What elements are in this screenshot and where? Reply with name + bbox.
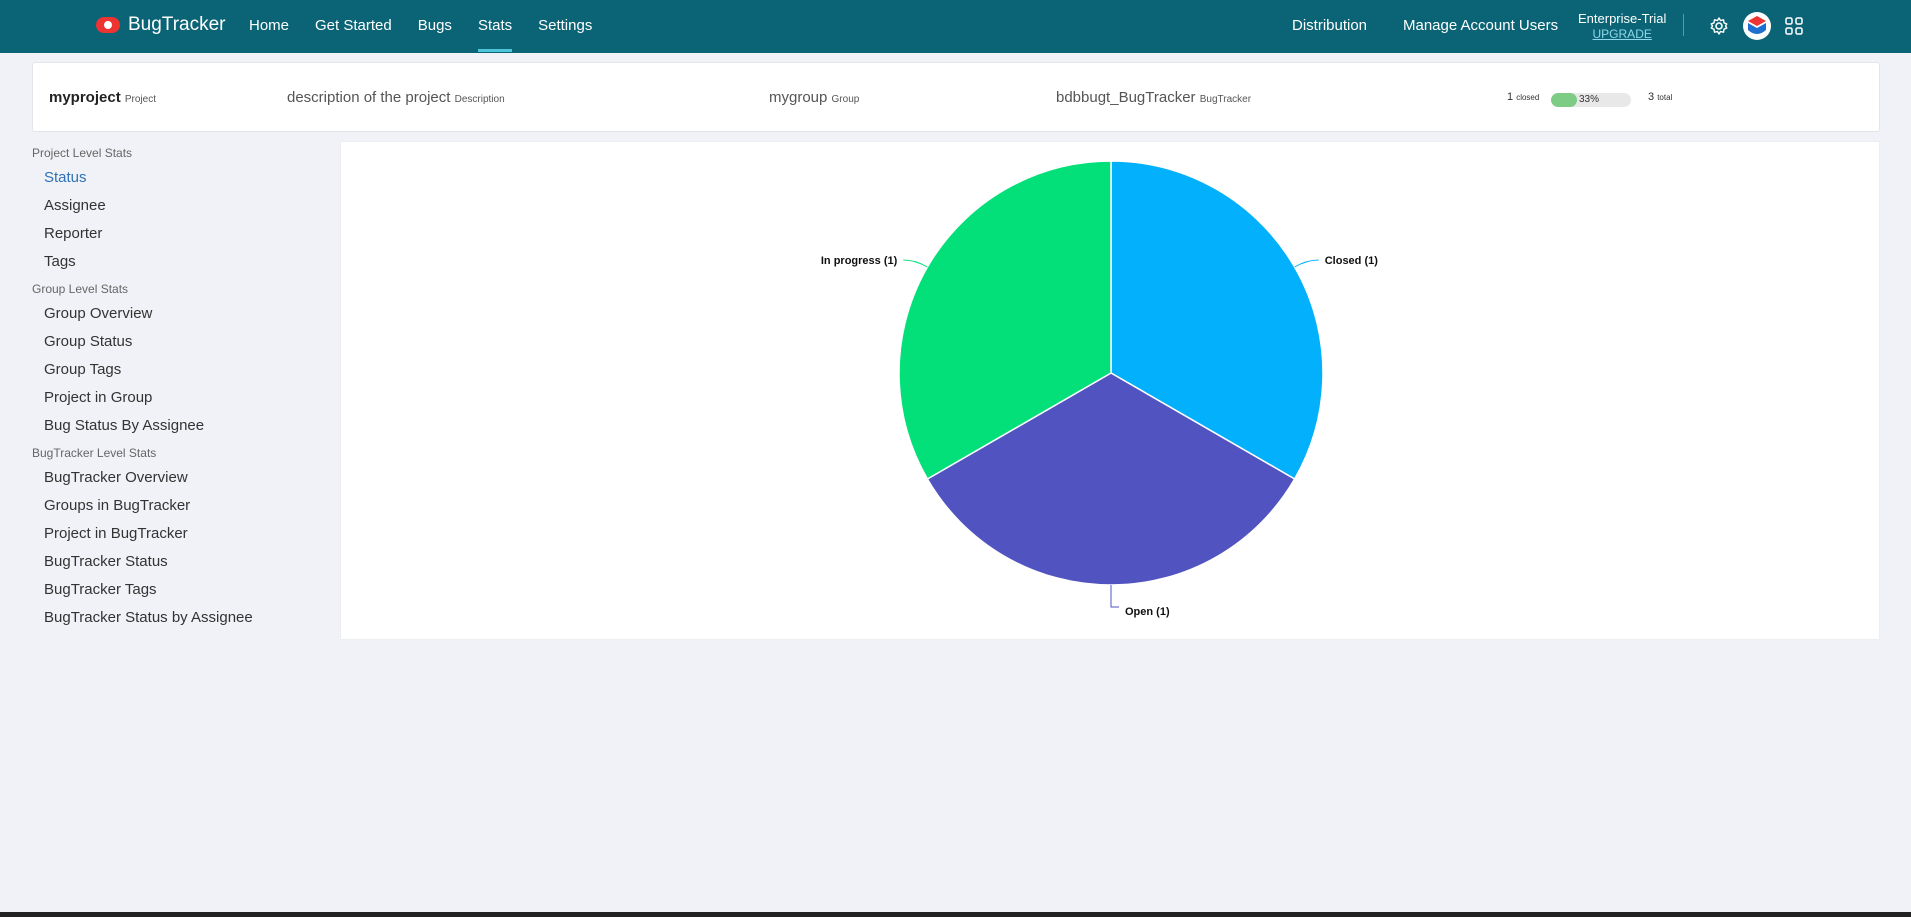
sidebar-item-group-overview[interactable]: Group Overview bbox=[44, 305, 152, 322]
sidebar-item-groups-in-bugtracker[interactable]: Groups in BugTracker bbox=[44, 497, 190, 514]
nav-get-started[interactable]: Get Started bbox=[315, 0, 392, 53]
progress-percent: 33% bbox=[1579, 94, 1600, 105]
sidebar-item-project-in-bugtracker[interactable]: Project in BugTracker bbox=[44, 525, 188, 542]
closed-count: 1 closed bbox=[1507, 91, 1539, 103]
pie-slice-label: Closed (1) bbox=[1325, 255, 1379, 267]
pie-slice-label: In progress (1) bbox=[821, 255, 898, 267]
section-group-level-stats: Group Level Stats bbox=[32, 282, 129, 296]
project-tag: Project bbox=[124, 94, 156, 105]
project-name: myproject bbox=[49, 89, 121, 106]
apps-grid-icon[interactable] bbox=[1784, 16, 1804, 36]
nav-divider bbox=[1683, 14, 1684, 36]
manage-account-users-link[interactable]: Manage Account Users bbox=[1403, 17, 1558, 34]
section-bugtracker-level-stats: BugTracker Level Stats bbox=[32, 446, 157, 460]
sidebar-item-bugtracker-overview[interactable]: BugTracker Overview bbox=[44, 469, 188, 486]
description-tag: Description bbox=[454, 94, 505, 105]
upgrade-link[interactable]: UPGRADE bbox=[1578, 27, 1666, 41]
closed-count-value: 1 bbox=[1507, 91, 1514, 103]
status-pie-chart: Closed (1) Open (1) In progress (1) bbox=[821, 160, 1379, 618]
progress-fill bbox=[1551, 93, 1578, 107]
gear-icon[interactable] bbox=[1709, 16, 1729, 36]
brand-name: BugTracker bbox=[128, 14, 226, 35]
group-name: mygroup bbox=[769, 89, 828, 106]
project-description-field: description of the project Description bbox=[287, 89, 505, 106]
sidebar-item-group-tags[interactable]: Group Tags bbox=[44, 361, 121, 378]
pie-label-connector bbox=[1110, 585, 1119, 608]
brand-logo[interactable]: BugTracker bbox=[96, 14, 226, 36]
group-field: mygroup Group bbox=[769, 89, 859, 106]
section-project-level-stats: Project Level Stats bbox=[32, 146, 133, 160]
total-count: 3 total bbox=[1648, 91, 1672, 103]
bottom-edge bbox=[0, 912, 1911, 917]
sidebar-item-status[interactable]: Status bbox=[44, 169, 87, 186]
project-description: description of the project bbox=[287, 89, 451, 106]
sidebar-item-bugtracker-status[interactable]: BugTracker Status bbox=[44, 553, 168, 570]
sidebar-item-bugtracker-tags[interactable]: BugTracker Tags bbox=[44, 581, 157, 598]
main-nav: Home Get Started Bugs Stats Settings bbox=[249, 0, 618, 53]
nav-settings[interactable]: Settings bbox=[538, 0, 592, 53]
sidebar-item-bugtracker-status-by-assignee[interactable]: BugTracker Status by Assignee bbox=[44, 609, 253, 626]
tracker-name: bdbbugt_BugTracker bbox=[1056, 89, 1196, 106]
plan-badge: Enterprise-Trial UPGRADE bbox=[1578, 11, 1666, 41]
pie-label-connector bbox=[903, 259, 928, 268]
pie-slice-label: Open (1) bbox=[1125, 606, 1170, 618]
total-tag: total bbox=[1657, 93, 1673, 102]
bug-eye-icon bbox=[96, 17, 120, 33]
sidebar-item-tags[interactable]: Tags bbox=[44, 253, 76, 270]
tracker-field: bdbbugt_BugTracker BugTracker bbox=[1056, 89, 1251, 106]
sidebar-item-group-status[interactable]: Group Status bbox=[44, 333, 132, 350]
account-logo-icon[interactable] bbox=[1742, 11, 1772, 41]
nav-home[interactable]: Home bbox=[249, 0, 289, 53]
distribution-link[interactable]: Distribution bbox=[1292, 17, 1367, 34]
chart-panel: Closed (1) Open (1) In progress (1) bbox=[340, 141, 1880, 640]
sidebar-item-reporter[interactable]: Reporter bbox=[44, 225, 102, 242]
closed-tag: closed bbox=[1516, 93, 1540, 102]
sidebar-item-bug-status-by-assignee[interactable]: Bug Status By Assignee bbox=[44, 417, 204, 434]
nav-stats[interactable]: Stats bbox=[477, 0, 513, 53]
project-info-bar: myproject Project description of the pro… bbox=[32, 62, 1880, 132]
pie-label-connector bbox=[1294, 259, 1319, 268]
sidebar-item-assignee[interactable]: Assignee bbox=[44, 197, 106, 214]
sidebar-item-project-in-group[interactable]: Project in Group bbox=[44, 389, 152, 406]
group-tag: Group bbox=[831, 94, 860, 105]
top-navbar: BugTracker Home Get Started Bugs Stats S… bbox=[0, 0, 1911, 53]
tracker-tag: BugTracker bbox=[1199, 94, 1252, 105]
total-count-value: 3 bbox=[1648, 91, 1655, 103]
project-name-field: myproject Project bbox=[49, 89, 156, 106]
nav-bugs[interactable]: Bugs bbox=[418, 0, 452, 53]
plan-name: Enterprise-Trial bbox=[1578, 11, 1667, 26]
